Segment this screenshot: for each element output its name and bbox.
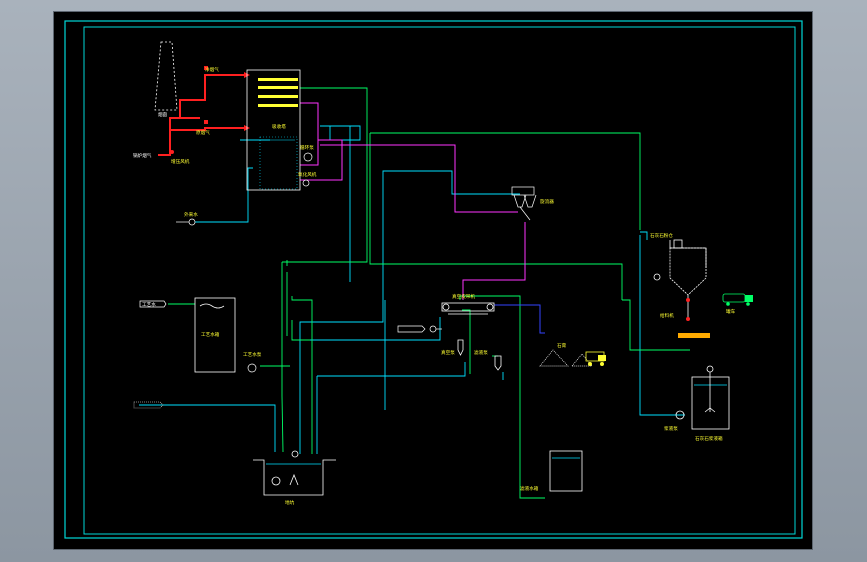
slurry-tank-label: 石灰石浆液箱: [695, 435, 723, 442]
filtrate-tank: [549, 450, 583, 492]
flue-gas-upper-label: 净烟气: [205, 66, 219, 73]
slurry-tank: [675, 365, 730, 430]
cyclone-label: 旋流器: [540, 198, 554, 205]
flue-gas-inlet-label: 锅炉烟气: [133, 152, 152, 159]
feeder: [678, 298, 710, 338]
vacuum-pump-label: 真空泵: [441, 349, 455, 356]
filtrate-tank-label: 滤液水箱: [520, 485, 539, 492]
slurry-pump-label: 浆液泵: [664, 425, 678, 432]
booster-fan-label: 增压风机: [171, 158, 190, 165]
gypsum-truck-label: 石膏: [557, 342, 567, 349]
process-water-pump: [247, 363, 257, 373]
process-flow-diagram: 烟囱 吸收塔 净烟气 原烟气 锅炉烟气 增压风机 循环泵 氧化风机 外来水 旋流…: [64, 20, 803, 539]
process-water-pump-label: 工艺水泵: [243, 351, 262, 358]
circulation-pump-label: 循环泵: [300, 144, 314, 151]
circulation-pump: [302, 152, 313, 187]
process-water-in-label: 工艺水: [142, 301, 156, 308]
external-water-label: 外来水: [184, 211, 198, 218]
gypsum-truck: [585, 351, 606, 366]
gypsum-pile: [539, 349, 593, 367]
absorber-label: 吸收塔: [272, 123, 286, 130]
tanker-label: 罐车: [726, 308, 736, 315]
flue-gas-mid-label: 原烟气: [196, 129, 210, 136]
filtrate-pump-label: 滤液泵: [474, 349, 488, 356]
flue-gas-valves: [170, 66, 250, 154]
cad-viewer-window: 烟囱 吸收塔 净烟气 原烟气 锅炉烟气 增压风机 循环泵 氧化风机 外来水 旋流…: [0, 0, 867, 562]
vacuum-pump: [397, 325, 442, 333]
drawing-canvas[interactable]: 烟囱 吸收塔 净烟气 原烟气 锅炉烟气 增压风机 循环泵 氧化风机 外来水 旋流…: [54, 12, 812, 549]
sump-label: 地坑: [285, 499, 295, 506]
cyclone: [511, 186, 537, 221]
outer-frame: [64, 20, 803, 539]
water-lines: [168, 87, 690, 499]
inner-frame: [83, 26, 796, 535]
process-water-tank-label: 工艺水箱: [201, 331, 220, 338]
feeder-label: 给料机: [660, 312, 674, 319]
oxidation-fan-label: 氧化风机: [298, 171, 317, 178]
vacuum-filter-label: 真空皮带机: [452, 293, 475, 300]
lime-silo: [653, 239, 707, 320]
sump-pit: [253, 450, 336, 496]
chimney: [154, 41, 178, 111]
external-fan: [176, 218, 196, 226]
chimney-label: 烟囱: [158, 111, 168, 118]
tanker-truck: [722, 293, 753, 306]
filtrate-lines: [494, 304, 545, 334]
absorber-tower: [246, 69, 301, 191]
flue-gas-lines: [158, 74, 248, 156]
lime-silo-label: 石灰石粉仓: [650, 232, 673, 239]
slurry-lines: [139, 125, 685, 454]
vacuum-belt-filter: [441, 302, 502, 371]
